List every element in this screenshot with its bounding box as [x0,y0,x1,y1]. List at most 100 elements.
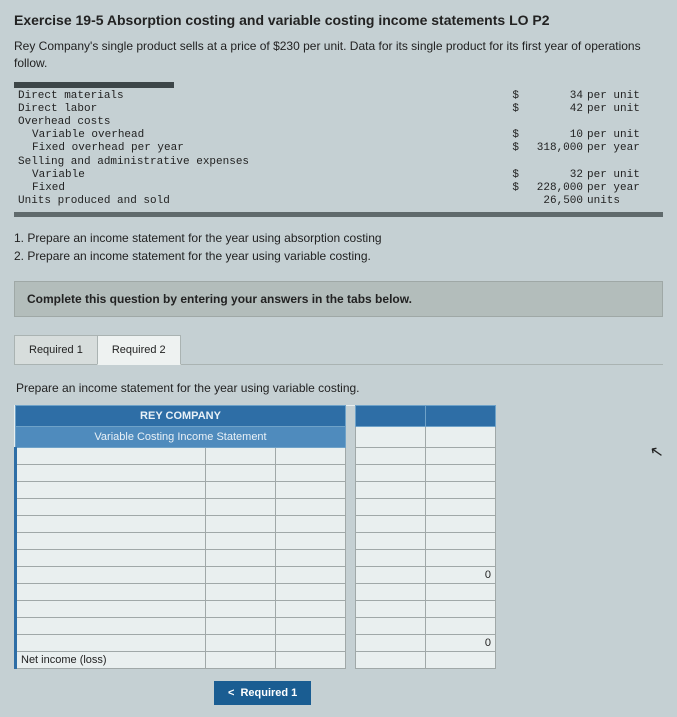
ws-cell[interactable] [206,618,276,635]
ws-cell[interactable] [356,499,426,516]
requirement-1: 1. Prepare an income statement for the y… [14,229,663,247]
ws-cell[interactable] [16,465,206,482]
currency-symbol: $ [503,182,523,195]
worksheet-table: REY COMPANY Variable Costing Income Stat… [14,405,496,669]
ws-cell[interactable] [426,482,496,499]
ws-cell[interactable] [356,482,426,499]
ws-cell[interactable] [206,516,276,533]
ws-cell[interactable] [276,465,346,482]
ws-cell[interactable] [206,550,276,567]
ws-cell[interactable] [16,567,206,584]
ws-cell[interactable] [206,448,276,465]
ws-cell[interactable] [426,584,496,601]
requirements-list: 1. Prepare an income statement for the y… [14,229,663,265]
intro-text: Rey Company's single product sells at a … [14,38,663,72]
ws-cell[interactable] [356,584,426,601]
ws-cell[interactable] [276,652,346,669]
ws-cell[interactable] [16,448,206,465]
ws-cell[interactable] [206,652,276,669]
tab-bar: Required 1 Required 2 [14,335,663,365]
ws-cell[interactable] [356,618,426,635]
ws-subtotal-1: 0 [426,567,496,584]
ws-cell[interactable] [426,618,496,635]
ws-cell[interactable] [426,533,496,550]
foh-amount: 318,000 [523,142,583,155]
ws-cell[interactable] [356,550,426,567]
ws-cell[interactable] [16,482,206,499]
dl-label: Direct labor [14,103,503,116]
ws-cell[interactable] [276,618,346,635]
ws-cell[interactable] [426,652,496,669]
ws-cell[interactable] [426,427,496,448]
ws-cell[interactable] [356,533,426,550]
ws-cell[interactable] [426,601,496,618]
ws-cell[interactable] [276,601,346,618]
data-table-top-bar [14,82,174,88]
ws-cell[interactable] [16,499,206,516]
units-amount: 26,500 [523,195,583,208]
ws-cell[interactable] [276,448,346,465]
ws-cell[interactable] [16,516,206,533]
ws-cell[interactable] [16,618,206,635]
ws-cell[interactable] [206,584,276,601]
currency-symbol: $ [503,103,523,116]
ws-cell[interactable] [276,550,346,567]
ws-header-blank-1 [356,406,426,427]
tab-required-1[interactable]: Required 1 [14,335,98,365]
ws-cell[interactable] [426,516,496,533]
currency-symbol: $ [503,129,523,142]
ws-cell[interactable] [206,635,276,652]
prev-tab-button[interactable]: < Required 1 [214,681,311,705]
requirement-2: 2. Prepare an income statement for the y… [14,247,663,265]
foh-unit: per year [583,142,663,155]
chevron-left-icon: < [228,687,234,699]
ws-cell[interactable] [276,516,346,533]
dl-unit: per unit [583,103,663,116]
ws-cell[interactable] [356,465,426,482]
tab-required-2[interactable]: Required 2 [97,335,181,365]
ws-cell[interactable] [16,601,206,618]
ws-cell[interactable] [206,465,276,482]
units-unit: units [583,195,663,208]
oh-label: Overhead costs [14,116,503,129]
vsa-amount: 32 [523,169,583,182]
prev-tab-label: Required 1 [240,687,297,699]
ws-cell[interactable] [16,533,206,550]
fsa-amount: 228,000 [523,182,583,195]
ws-cell[interactable] [16,584,206,601]
ws-cell[interactable] [276,533,346,550]
ws-cell[interactable] [276,635,346,652]
ws-cell[interactable] [356,635,426,652]
currency-symbol: $ [503,90,523,103]
ws-cell[interactable] [206,567,276,584]
ws-cell[interactable] [356,516,426,533]
ws-cell[interactable] [206,533,276,550]
ws-cell[interactable] [426,499,496,516]
ws-cell[interactable] [356,448,426,465]
currency-symbol: $ [503,142,523,155]
panel-description: Prepare an income statement for the year… [16,381,663,395]
ws-cell[interactable] [16,635,206,652]
dl-amount: 42 [523,103,583,116]
sa-label: Selling and administrative expenses [14,156,503,169]
ws-cell[interactable] [356,601,426,618]
ws-cell[interactable] [16,550,206,567]
ws-cell[interactable] [426,448,496,465]
ws-cell[interactable] [356,427,426,448]
ws-cell[interactable] [356,567,426,584]
ws-cell[interactable] [276,499,346,516]
ws-cell[interactable] [206,601,276,618]
currency-symbol: $ [503,169,523,182]
ws-cell[interactable] [426,550,496,567]
ws-cell[interactable] [276,567,346,584]
fsa-unit: per year [583,182,663,195]
ws-cell[interactable] [276,482,346,499]
ws-cell[interactable] [276,584,346,601]
dm-amount: 34 [523,90,583,103]
ws-cell[interactable] [426,465,496,482]
ws-cell[interactable] [206,482,276,499]
ws-cell[interactable] [356,652,426,669]
units-label: Units produced and sold [14,195,503,208]
ws-cell[interactable] [206,499,276,516]
dm-unit: per unit [583,90,663,103]
